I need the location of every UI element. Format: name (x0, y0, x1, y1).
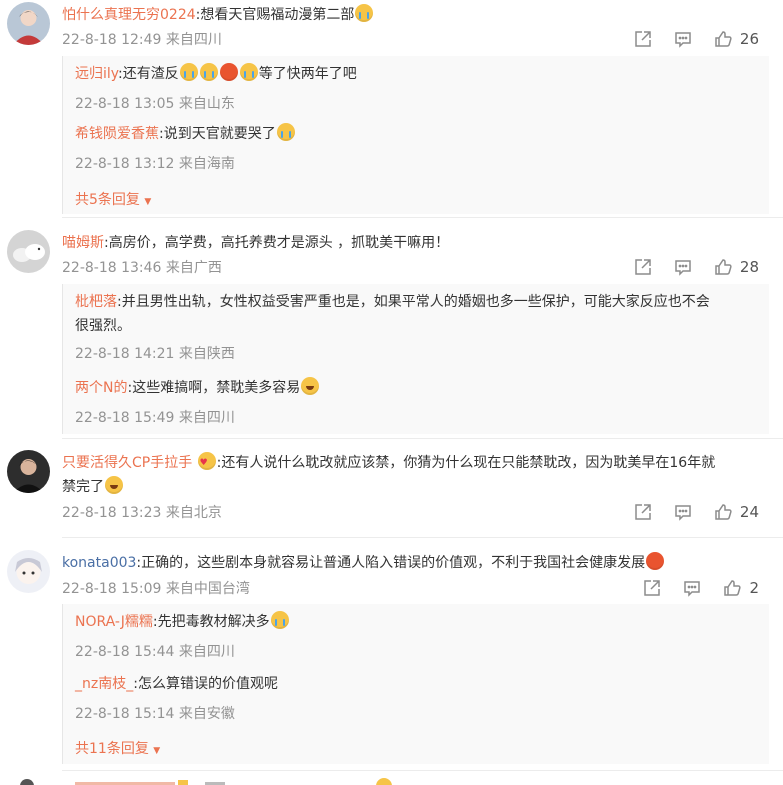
commenter-name[interactable]: 喵姆斯 (62, 235, 104, 251)
crying-emoji-icon (270, 611, 289, 629)
comment-timestamp: 22-8-18 12:49 来自四川 (62, 32, 222, 48)
heart-eyes-emoji-icon (197, 451, 216, 475)
angry-emoji-icon (219, 63, 238, 81)
reply-text: :先把毒教材解决多 (152, 614, 270, 630)
divider (62, 217, 783, 218)
share-icon[interactable] (634, 30, 652, 48)
like-count: 24 (739, 503, 759, 521)
divider (62, 438, 783, 439)
comment-icon[interactable] (674, 258, 692, 276)
replier-name[interactable]: 两个N的 (75, 380, 127, 396)
comment-text: :还有人说什么耽改就应该禁，你猜为什么现在只能禁耽改，因为耽美早在16年就 (216, 455, 716, 471)
comment-text: :正确的，这些剧本身就容易让普通人陷入错误的价值观，不利于我国社会健康发展 (136, 555, 646, 571)
chevron-down-icon: ▼ (144, 197, 152, 207)
like-button[interactable]: 2 (723, 579, 759, 597)
share-icon[interactable] (634, 503, 652, 521)
thumbs-up-icon (714, 503, 732, 521)
like-button[interactable]: 26 (714, 30, 759, 48)
replier-name[interactable]: NORA-J糯糯 (75, 614, 153, 630)
reply-text: :说到天官就要哭了 (159, 126, 276, 142)
commenter-name[interactable]: 只要活得久CP手拉手 (62, 455, 192, 471)
more-replies-link[interactable]: 共5条回复 ▼ (75, 189, 151, 209)
crying-emoji-icon (355, 4, 374, 22)
reply-text: :并且男性出轨，女性权益受害严重也是，如果平常人的婚姻也多一些保护，可能大家反应… (117, 294, 710, 310)
reply-item: 远归ily:还有渣反 等了快两年了吧 22-8-18 13:05 来自山东 (75, 62, 761, 114)
reply-list: 远归ily:还有渣反 等了快两年了吧 22-8-18 13:05 来自山东 希钱陨… (62, 56, 769, 214)
crying-emoji-icon (199, 63, 218, 81)
reply-text: :怎么算错误的价值观呢 (133, 676, 278, 692)
thumbs-up-icon (723, 579, 742, 597)
replier-name[interactable]: _nz南枝_ (75, 676, 133, 692)
reply-timestamp: 22-8-18 15:49 来自四川 (75, 410, 235, 426)
reply-text-tail: 等了快两年了吧 (258, 66, 357, 82)
crying-emoji-icon (276, 123, 295, 141)
comment-timestamp: 22-8-18 13:23 来自北京 (62, 505, 222, 521)
share-icon[interactable] (643, 579, 661, 597)
avatar[interactable] (7, 2, 50, 45)
commenter-name[interactable]: konata003 (62, 555, 136, 571)
angry-emoji-icon (646, 552, 665, 570)
crying-emoji-icon (179, 63, 198, 81)
reply-timestamp: 22-8-18 13:05 来自山东 (75, 96, 235, 112)
avatar[interactable] (7, 550, 50, 593)
comment-icon[interactable] (674, 503, 692, 521)
comment-text-line2: 禁完了 (62, 479, 104, 495)
comment-timestamp: 22-8-18 15:09 来自中国台湾 (62, 581, 250, 597)
reply-item: _nz南枝_:怎么算错误的价值观呢 22-8-18 15:14 来自安徽 (75, 672, 761, 724)
reply-item: 两个N的:这些难搞啊，禁耽美多容易 22-8-18 15:49 来自四川 (75, 376, 761, 428)
comment-text: :高房价，高学费，高托养费才是源头 ，抓耽美干嘛用！ (104, 235, 450, 251)
reply-list: 枇杷落:并且男性出轨，女性权益受害严重也是，如果平常人的婚姻也多一些保护，可能大… (62, 284, 769, 434)
reply-item: 枇杷落:并且男性出轨，女性权益受害严重也是，如果平常人的婚姻也多一些保护，可能大… (75, 290, 761, 364)
thumbs-up-icon (714, 258, 732, 276)
laughing-emoji-icon (301, 377, 320, 395)
grinning-emoji-icon (105, 476, 123, 494)
reply-item: NORA-J糯糯:先把毒教材解决多 22-8-18 15:44 来自四川 (75, 610, 761, 662)
reply-timestamp: 22-8-18 15:44 来自四川 (75, 644, 235, 660)
comment-icon[interactable] (674, 30, 692, 48)
like-count: 26 (739, 30, 759, 48)
thumbs-up-icon (714, 30, 732, 48)
avatar[interactable] (7, 230, 50, 273)
comment-timestamp: 22-8-18 13:46 来自广西 (62, 260, 222, 276)
reply-text-line2: 很强烈。 (75, 318, 131, 334)
reply-text: :这些难搞啊，禁耽美多容易 (127, 380, 301, 396)
reply-list: NORA-J糯糯:先把毒教材解决多 22-8-18 15:44 来自四川 _nz… (62, 604, 769, 764)
like-count: 2 (749, 579, 759, 597)
like-count: 28 (739, 258, 759, 276)
reply-timestamp: 22-8-18 13:12 来自海南 (75, 156, 235, 172)
reply-item: 希钱陨爱香蕉:说到天官就要哭了 22-8-18 13:12 来自海南 (75, 122, 761, 174)
divider (62, 537, 783, 538)
replier-name[interactable]: 枇杷落 (75, 294, 117, 310)
divider (62, 770, 783, 771)
comment-icon[interactable] (683, 579, 701, 597)
more-replies-link[interactable]: 共11条回复 ▼ (75, 738, 160, 758)
comment-text: :想看天官赐福动漫第二部 (195, 7, 355, 23)
share-icon[interactable] (634, 258, 652, 276)
commenter-name[interactable]: 怕什么真理无穷0224 (62, 7, 196, 23)
like-button[interactable]: 28 (714, 258, 759, 276)
next-comment-partial (0, 776, 783, 785)
avatar[interactable] (7, 450, 50, 493)
like-button[interactable]: 24 (714, 503, 759, 521)
reply-timestamp: 22-8-18 15:14 来自安徽 (75, 706, 235, 722)
replier-name[interactable]: 远归ily (75, 66, 118, 82)
replier-name[interactable]: 希钱陨爱香蕉 (75, 126, 159, 142)
reply-timestamp: 22-8-18 14:21 来自陕西 (75, 346, 235, 362)
chevron-down-icon: ▼ (153, 746, 161, 756)
reply-text: :还有渣反 (118, 66, 179, 82)
crying-emoji-icon (239, 63, 258, 81)
